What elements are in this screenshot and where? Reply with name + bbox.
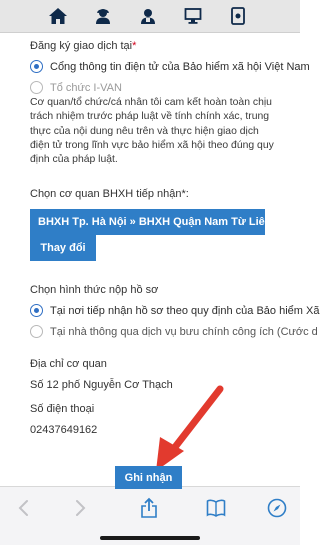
back-button[interactable] [12,497,34,519]
radio-checked-icon[interactable] [30,304,43,317]
nav-info[interactable] [226,4,250,28]
address-label: Địa chỉ cơ quan [30,358,107,370]
radio-unchecked-icon[interactable] [30,81,43,94]
share-button[interactable] [138,497,160,519]
commitment-text: Cơ quan/tổ chức/cá nhân tôi cam kết hoàn… [30,97,274,166]
nav-home[interactable] [46,4,70,28]
radio-postal-option[interactable]: Tại nhà thông qua dịch vụ bưu chính công… [30,325,318,338]
monitor-icon [184,8,202,24]
radio-office-option[interactable]: Tại nơi tiếp nhận hồ sơ theo quy định củ… [30,304,319,317]
radio-postal-label: Tại nhà thông qua dịch vụ bưu chính công… [50,325,318,338]
submit-button[interactable]: Ghi nhận [115,466,182,489]
agency-label: Chọn cơ quan BHXH tiếp nhận*: [30,188,189,200]
radio-portal-label: Cổng thông tin điện tử của Bảo hiểm xã h… [50,60,310,73]
radio-ivan-option[interactable]: Tổ chức I-VAN [30,81,122,94]
agency-label-text: Chọn cơ quan BHXH tiếp nhận [30,188,182,200]
agency-selected-button[interactable]: BHXH Tp. Hà Nội » BHXH Quận Nam Từ Liêm [30,209,275,235]
radio-checked-icon[interactable] [30,60,43,73]
nav-support[interactable] [91,4,115,28]
home-indicator [100,536,200,540]
transaction-label-text: Đăng ký giao dịch tại [30,40,133,52]
user-settings-icon [140,9,155,24]
radio-unchecked-icon[interactable] [30,325,43,338]
change-agency-button[interactable]: Thay đổi [30,235,96,261]
forward-chevron-icon [76,500,86,516]
user-support-icon [96,9,111,24]
info-icon [230,7,245,25]
compass-icon [267,498,287,518]
required-mark: * [132,40,137,52]
safari-button[interactable] [266,497,288,519]
radio-ivan-label: Tổ chức I-VAN [50,81,122,94]
agency-required-mark: *: [181,188,189,200]
forward-button[interactable] [70,497,92,519]
phone-label: Số điện thoại [30,403,95,415]
nav-account[interactable] [136,4,160,28]
bookmarks-button[interactable] [205,497,227,519]
radio-office-label: Tại nơi tiếp nhận hồ sơ theo quy định củ… [50,304,320,317]
back-chevron-icon [18,500,28,516]
submission-label: Chọn hình thức nộp hồ sơ [30,284,159,296]
transaction-label: Đăng ký giao dịch tại* [30,40,136,52]
home-icon [49,8,68,24]
browser-toolbar [0,486,300,545]
bookmarks-icon [206,499,226,517]
nav-monitor[interactable] [181,4,205,28]
phone-value: 02437649162 [30,424,98,436]
top-navigation [0,0,300,33]
annotation-arrow-icon [156,385,224,471]
share-icon [141,497,157,518]
radio-portal-option[interactable]: Cổng thông tin điện tử của Bảo hiểm xã h… [30,60,310,73]
